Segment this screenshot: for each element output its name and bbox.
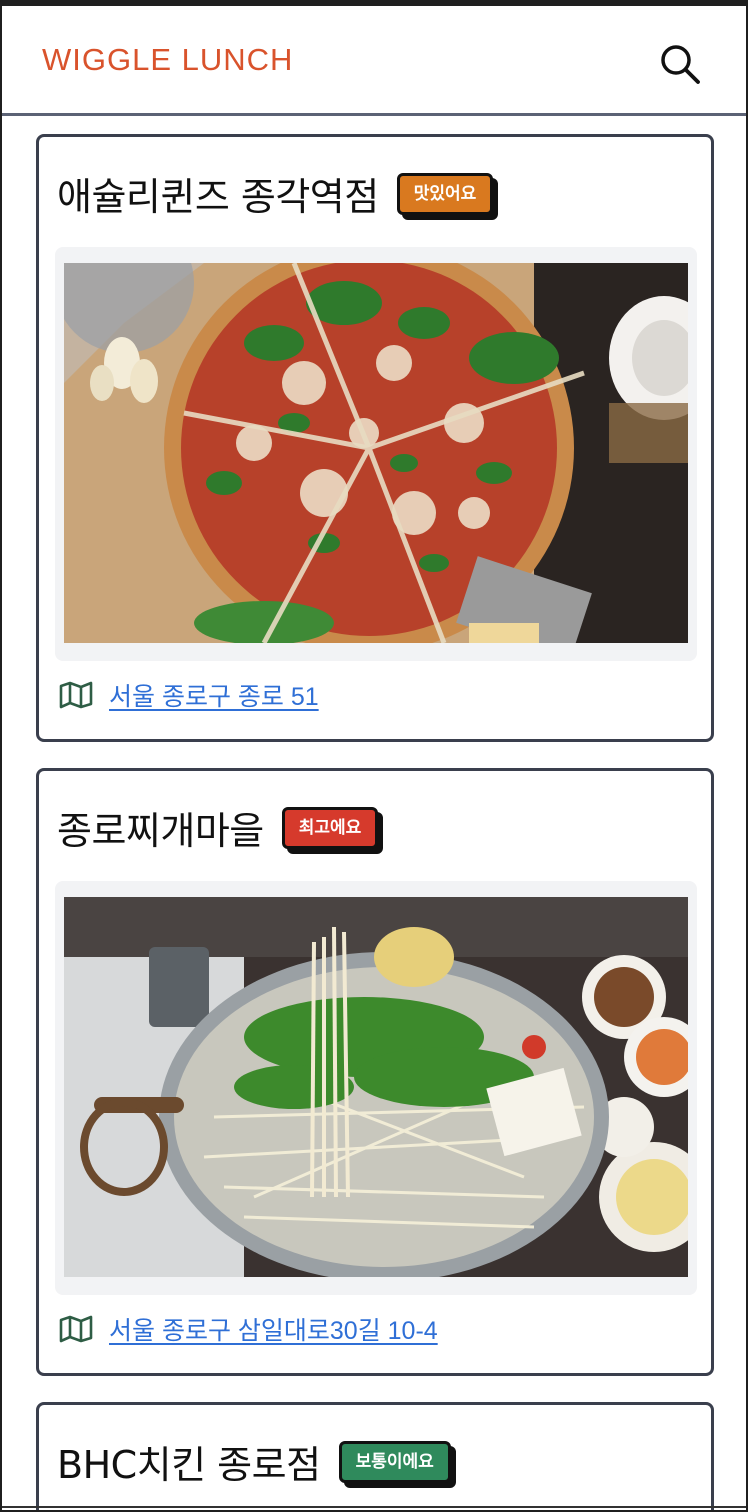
restaurant-card[interactable]: 종로찌개마을 최고에요 서울 종로구 삼일대로30길 10-4 bbox=[36, 768, 714, 1376]
search-icon bbox=[661, 45, 700, 84]
card-title-row: 종로찌개마을 최고에요 bbox=[57, 799, 379, 855]
address-link[interactable]: 서울 종로구 종로 51 bbox=[109, 677, 319, 713]
card-title-row: 애슐리퀸즈 종각역점 맛있어요 bbox=[57, 165, 494, 221]
address-link[interactable]: 서울 종로구 삼일대로30길 10-4 bbox=[109, 1311, 438, 1347]
restaurant-card[interactable]: 애슐리퀸즈 종각역점 맛있어요 서울 종로구 종로 51 bbox=[36, 134, 714, 742]
app-frame: WIGGLE LUNCH 애슐리퀸즈 종각역점 맛있어요 서울 종로구 종로 5… bbox=[0, 0, 748, 1512]
app-header: WIGGLE LUNCH bbox=[2, 6, 746, 116]
map-icon bbox=[59, 1315, 93, 1343]
photo-frame bbox=[55, 881, 697, 1295]
app-title[interactable]: WIGGLE LUNCH bbox=[42, 42, 293, 78]
restaurant-name: 종로찌개마을 bbox=[57, 808, 264, 853]
photo-frame bbox=[55, 247, 697, 661]
bottom-divider bbox=[2, 1506, 746, 1508]
hotpot-photo bbox=[64, 897, 688, 1277]
map-icon bbox=[59, 681, 93, 709]
restaurant-card[interactable]: BHC치킨 종로점 보통이에요 bbox=[36, 1402, 714, 1510]
rating-badge: 보통이에요 bbox=[338, 1441, 451, 1483]
address-row: 서울 종로구 종로 51 bbox=[59, 677, 319, 713]
rating-badge: 최고에요 bbox=[281, 807, 379, 849]
search-button[interactable] bbox=[656, 40, 704, 88]
pizza-photo bbox=[64, 263, 688, 643]
rating-badge: 맛있어요 bbox=[396, 173, 494, 215]
address-row: 서울 종로구 삼일대로30길 10-4 bbox=[59, 1311, 438, 1347]
restaurant-name: BHC치킨 종로점 bbox=[57, 1442, 321, 1487]
card-title-row: BHC치킨 종로점 보통이에요 bbox=[57, 1433, 451, 1489]
restaurant-name: 애슐리퀸즈 종각역점 bbox=[57, 174, 379, 219]
